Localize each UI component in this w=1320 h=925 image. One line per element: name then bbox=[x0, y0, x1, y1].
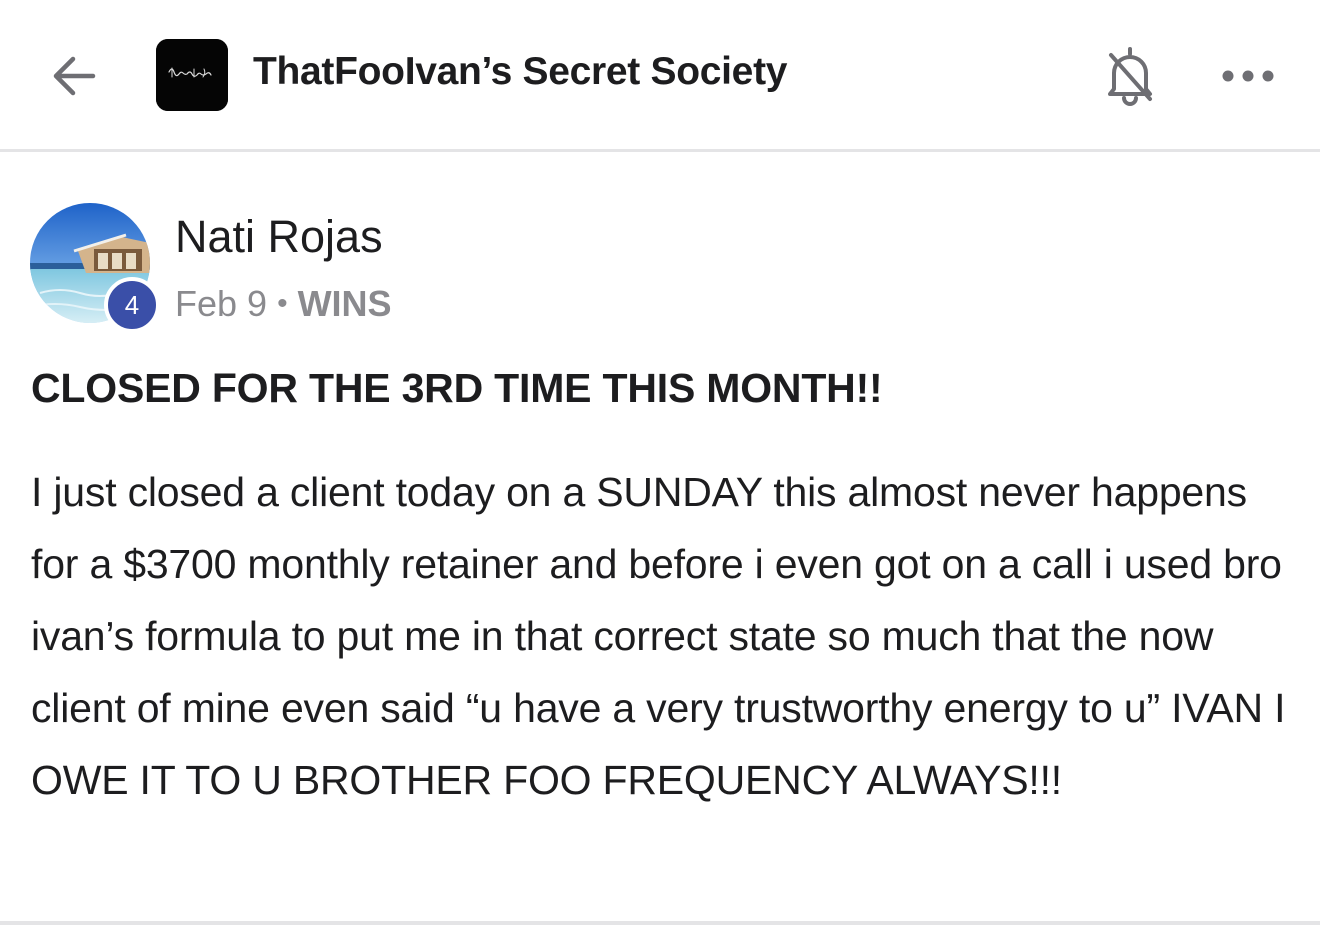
group-title[interactable]: ThatFooIvan’s Secret Society bbox=[253, 50, 787, 94]
post-meta: Feb 9 • WINS bbox=[175, 283, 392, 325]
back-button[interactable] bbox=[44, 46, 104, 106]
meta-separator: • bbox=[277, 287, 288, 320]
post-body: I just closed a client today on a SUNDAY… bbox=[31, 469, 1286, 803]
arrow-left-icon bbox=[53, 56, 96, 96]
bell-off-icon bbox=[1108, 47, 1152, 106]
more-options-button[interactable] bbox=[1218, 56, 1278, 96]
post-category-link[interactable]: WINS bbox=[298, 283, 392, 325]
post-divider bbox=[0, 921, 1320, 925]
group-header: ThatFooIvan’s Secret Society bbox=[0, 0, 1320, 152]
author-level-badge: 4 bbox=[104, 277, 160, 333]
group-logo[interactable] bbox=[156, 39, 228, 111]
notifications-toggle-button[interactable] bbox=[1100, 40, 1160, 110]
author-avatar[interactable]: 4 bbox=[30, 203, 160, 333]
author-name[interactable]: Nati Rojas bbox=[175, 211, 383, 263]
post-date: Feb 9 bbox=[175, 283, 268, 324]
group-logo-script bbox=[156, 39, 228, 111]
post-title: CLOSED FOR THE 3RD TIME THIS MONTH!! bbox=[31, 365, 883, 411]
more-horizontal-icon bbox=[1222, 70, 1274, 82]
